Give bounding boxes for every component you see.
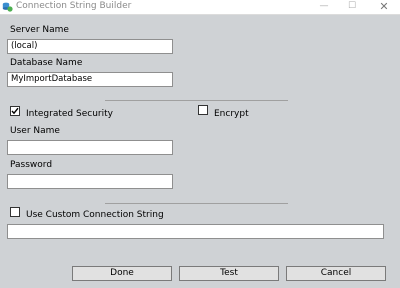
window-title: Connection String Builder [16, 1, 132, 11]
cancel-button[interactable]: Cancel [286, 266, 386, 281]
use-custom-connection-checkbox[interactable] [10, 207, 20, 217]
test-button[interactable]: Test [179, 266, 279, 281]
database-name-input[interactable]: MyImportDatabase [7, 72, 173, 87]
checkmark-icon [11, 107, 19, 115]
custom-connection-string-input[interactable] [7, 224, 384, 239]
user-name-label: User Name [10, 126, 60, 136]
use-custom-connection-label: Use Custom Connection String [26, 210, 164, 220]
password-input[interactable] [7, 174, 173, 189]
encrypt-label: Encrypt [214, 109, 249, 119]
server-name-label: Server Name [10, 25, 69, 35]
user-name-input[interactable] [7, 140, 173, 155]
encrypt-checkbox[interactable] [198, 105, 208, 115]
database-name-label: Database Name [10, 58, 83, 68]
integrated-security-label: Integrated Security [26, 109, 113, 119]
divider-bottom [105, 203, 288, 204]
divider-top [105, 100, 288, 101]
integrated-security-checkbox[interactable] [10, 106, 20, 116]
close-button[interactable]: ✕ [372, 0, 396, 14]
minimize-button[interactable]: — [312, 0, 336, 14]
title-bar: Connection String Builder — ☐ ✕ [0, 0, 400, 15]
done-button[interactable]: Done [72, 266, 172, 281]
database-connection-icon [2, 1, 13, 12]
maximize-button[interactable]: ☐ [340, 0, 364, 14]
password-label: Password [10, 160, 53, 170]
server-name-input[interactable]: (local) [7, 39, 173, 54]
